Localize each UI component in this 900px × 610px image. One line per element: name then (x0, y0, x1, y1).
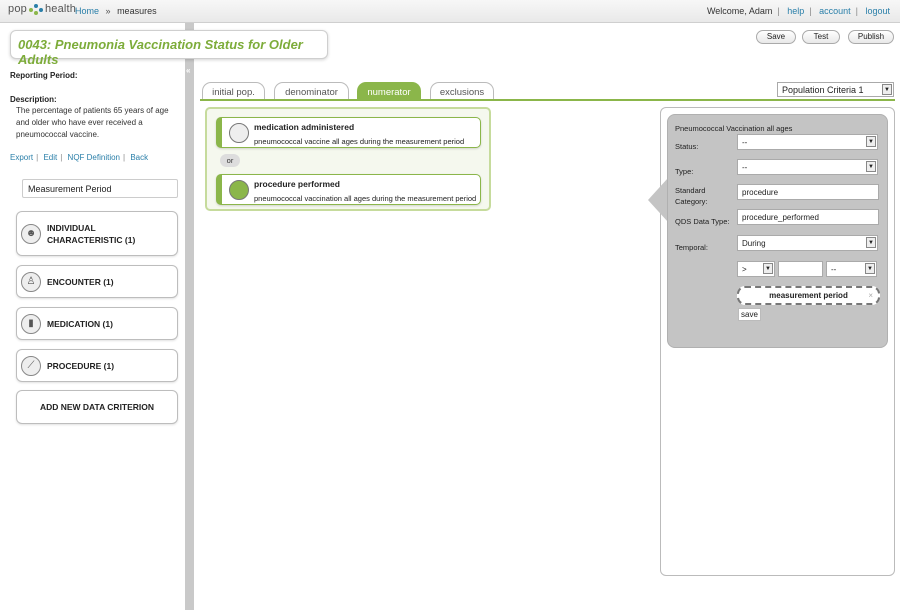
criterion-subtitle: pneumococcal vaccination all ages during… (254, 194, 477, 203)
tab-numerator[interactable]: numerator (357, 82, 421, 100)
population-criteria-value: Population Criteria 1 (782, 85, 864, 95)
nqf-definition-link[interactable]: NQF Definition (68, 153, 120, 162)
add-new-data-criterion-button[interactable]: ADD NEW DATA CRITERION (16, 390, 178, 424)
chevron-down-icon: ▼ (763, 263, 773, 274)
category-label: INDIVIDUAL CHARACTERISTIC (1) (47, 222, 136, 245)
criterion-medication-administered[interactable]: medication administered pneumococcal vac… (216, 117, 481, 148)
category-medication[interactable]: ▮ MEDICATION (1) (16, 307, 178, 340)
logo-dots-icon (28, 2, 44, 16)
category-individual-characteristic[interactable]: ☻ INDIVIDUAL CHARACTERISTIC (1) (16, 211, 178, 256)
breadcrumb: Home » measures (75, 6, 157, 16)
logo-text-left: pop (8, 3, 27, 15)
tab-underline (200, 99, 895, 101)
chevron-down-icon: ▼ (866, 136, 876, 147)
editor-save-button[interactable]: save (738, 308, 761, 321)
temporal-target-label: measurement period (769, 291, 848, 300)
standard-category-label: Standard Category: (675, 186, 708, 206)
description-label: Description: (10, 95, 57, 104)
panel-pointer (648, 178, 668, 222)
logout-link[interactable]: logout (865, 6, 890, 16)
help-link[interactable]: help (787, 6, 804, 16)
operator-select[interactable]: > ▼ (737, 261, 775, 277)
unit-select[interactable]: -- ▼ (826, 261, 877, 277)
logo-text-right: health (44, 3, 77, 15)
category-label: PROCEDURE (1) (47, 360, 115, 371)
breadcrumb-current: measures (117, 6, 157, 16)
temporal-target-dropzone[interactable]: measurement period × (737, 286, 880, 305)
doctor-icon: ♙ (21, 271, 41, 292)
unit-value: -- (831, 265, 837, 274)
top-bar: pop health Home » measures Welcome, Adam… (0, 0, 900, 23)
account-link[interactable]: account (819, 6, 851, 16)
people-icon: ☻ (21, 223, 41, 244)
type-label: Type: (675, 167, 694, 176)
chevron-down-icon: ▼ (866, 237, 876, 248)
add-criterion-label: ADD NEW DATA CRITERION (39, 402, 155, 412)
status-value: -- (742, 138, 748, 147)
pophealth-logo[interactable]: pop health (8, 2, 76, 16)
save-button[interactable]: Save (756, 30, 796, 44)
or-connector[interactable]: or (220, 154, 240, 167)
pill-bottle-icon (229, 123, 249, 143)
welcome-text: Welcome, Adam (706, 6, 773, 16)
quantity-field[interactable] (778, 261, 823, 277)
page-title: 0043: Pneumonia Vaccination Status for O… (18, 37, 303, 67)
test-button[interactable]: Test (802, 30, 840, 44)
syringe-icon (229, 180, 249, 200)
edit-link[interactable]: Edit (43, 153, 57, 162)
publish-button[interactable]: Publish (848, 30, 894, 44)
temporal-select[interactable]: During ▼ (737, 235, 878, 251)
sidebar-collapse-bar[interactable]: « (185, 23, 194, 610)
qds-data-type-label: QDS Data Type: (675, 217, 730, 226)
syringe-icon: ⟋ (21, 355, 41, 376)
operator-value: > (742, 265, 747, 274)
criterion-title: procedure performed (254, 179, 340, 189)
temporal-label: Temporal: (675, 243, 708, 252)
chevron-down-icon: ▼ (865, 263, 875, 274)
status-select[interactable]: -- ▼ (737, 134, 878, 150)
category-encounter[interactable]: ♙ ENCOUNTER (1) (16, 265, 178, 298)
user-links: Welcome, Adam | help | account | logout (706, 6, 890, 16)
criterion-subtitle: pneumococcal vaccine all ages during the… (254, 137, 465, 146)
category-procedure[interactable]: ⟋ PROCEDURE (1) (16, 349, 178, 382)
tab-exclusions[interactable]: exclusions (430, 82, 494, 100)
standard-category-field[interactable]: procedure (737, 184, 879, 200)
export-link[interactable]: Export (10, 153, 33, 162)
type-select[interactable]: -- ▼ (737, 159, 878, 175)
tab-initial-pop[interactable]: initial pop. (202, 82, 265, 100)
back-link[interactable]: Back (130, 153, 148, 162)
close-icon[interactable]: × (868, 288, 873, 303)
reporting-period-label: Reporting Period: (10, 71, 78, 80)
pill-bottle-icon: ▮ (21, 313, 41, 334)
qds-data-type-field[interactable]: procedure_performed (737, 209, 879, 225)
population-criteria-select[interactable]: Population Criteria 1 ▼ (777, 82, 894, 97)
criterion-procedure-performed[interactable]: procedure performed pneumococcal vaccina… (216, 174, 481, 205)
description-text: The percentage of patients 65 years of a… (16, 106, 169, 139)
measurement-period-item[interactable]: Measurement Period (22, 179, 178, 198)
collapse-arrows-icon[interactable]: « (186, 66, 190, 75)
chevron-down-icon: ▼ (882, 84, 892, 95)
status-label: Status: (675, 142, 699, 151)
category-label: ENCOUNTER (1) (47, 276, 114, 287)
breadcrumb-home[interactable]: Home (75, 6, 99, 16)
temporal-value: During (742, 239, 766, 248)
editor-title: Pneumococcal Vaccination all ages (675, 124, 793, 133)
numerator-criteria-group: medication administered pneumococcal vac… (205, 107, 491, 211)
chevron-down-icon: ▼ (866, 161, 876, 172)
breadcrumb-separator: » (105, 6, 111, 16)
tab-denominator[interactable]: denominator (274, 82, 349, 100)
criterion-title: medication administered (254, 122, 355, 132)
measure-links: Export | Edit | NQF Definition | Back (10, 153, 149, 162)
measure-title-box: 0043: Pneumonia Vaccination Status for O… (10, 30, 328, 67)
category-label: MEDICATION (1) (47, 318, 113, 329)
type-value: -- (742, 163, 748, 172)
